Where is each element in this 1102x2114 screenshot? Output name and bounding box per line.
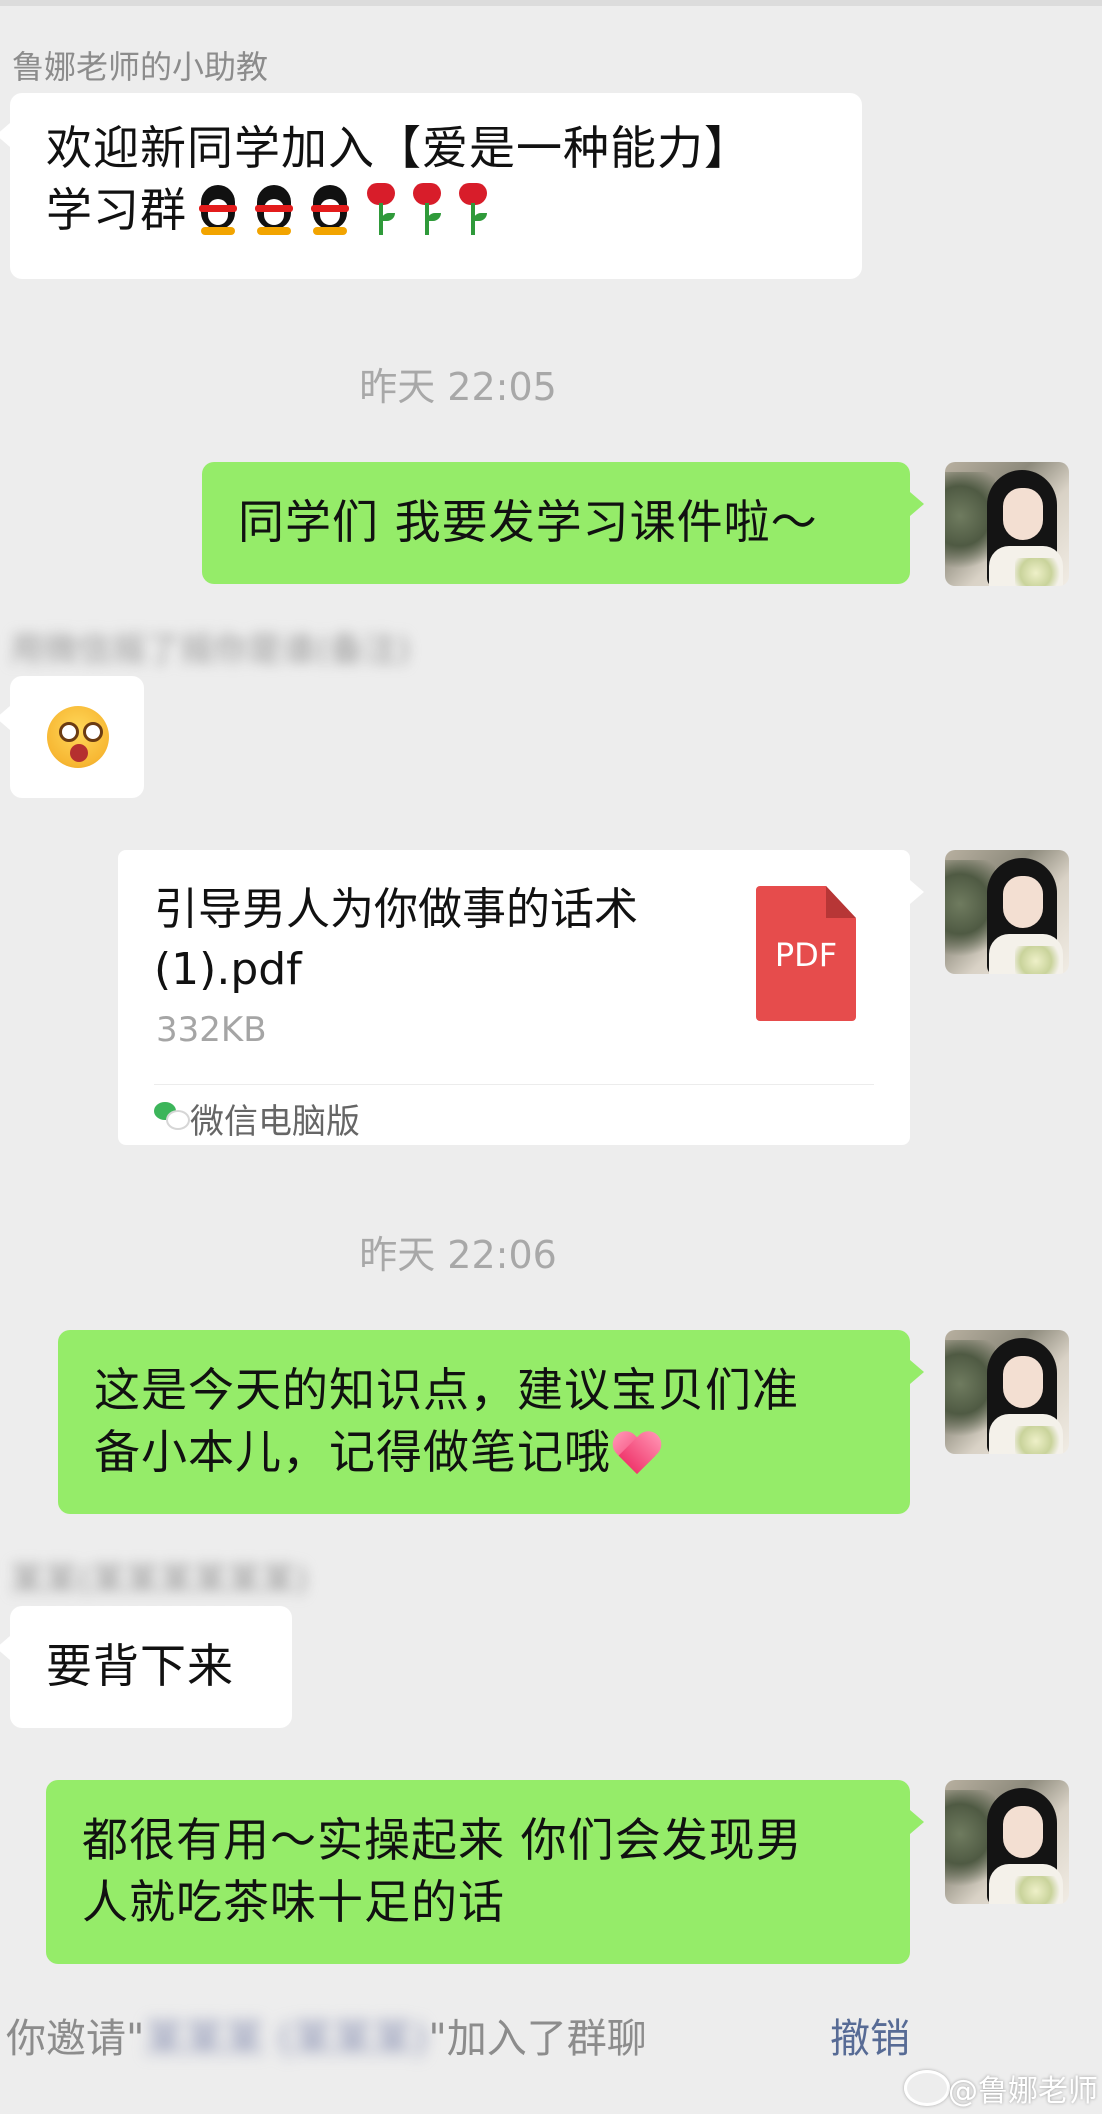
pink-heart-icon <box>611 1432 663 1480</box>
welcome-message-line2: 学习群 <box>46 183 187 237</box>
timestamp: 昨天 22:06 <box>359 1233 557 1277</box>
emoji-reply-bubble[interactable] <box>0 676 144 798</box>
file-size: 332KB <box>156 1010 267 1050</box>
pdf-icon-label: PDF <box>774 936 838 974</box>
weibo-icon <box>904 2070 950 2106</box>
rose-icon <box>407 183 447 237</box>
welcome-emoji-row <box>193 183 493 237</box>
knowledge-message-line1: 这是今天的知识点，建议宝贝们准 <box>94 1363 799 1417</box>
qq-penguin-icon <box>249 183 299 237</box>
watermark: @鲁娜老师 <box>948 2074 1098 2109</box>
sender-name: 鲁娜老师的小助教 <box>12 48 269 86</box>
user-avatar[interactable] <box>945 1780 1069 1904</box>
useful-message-bubble[interactable]: 都很有用～实操起来 你们会发现男 人就吃茶味十足的话 <box>46 1780 924 1964</box>
invite-suffix: "加入了群聊 <box>428 2016 647 2062</box>
user-avatar[interactable] <box>945 462 1069 586</box>
system-invite-notice: 你邀请"某某某 (某某某)"加入了群聊 <box>6 2006 647 2064</box>
knowledge-message-line2-row: 备小本儿，记得做笔记哦 <box>94 1421 874 1483</box>
file-card-divider <box>154 1084 874 1085</box>
file-name: 引导男人为你做事的话术 (1).pdf <box>154 884 638 995</box>
useful-message-line2: 人就吃茶味十足的话 <box>82 1875 505 1929</box>
rose-icon <box>361 183 401 237</box>
blurred-sender-name: 某某(某某某某某某) <box>10 1560 309 1600</box>
top-divider <box>0 0 1102 6</box>
recall-link[interactable]: 撤销 <box>830 2006 910 2064</box>
invite-blurred-name: 某某某 (某某某) <box>144 2016 429 2062</box>
welcome-message-bubble[interactable]: 欢迎新同学加入【爱是一种能力】 学习群 <box>0 93 862 279</box>
courseware-message-text: 同学们 我要发学习课件啦～ <box>238 495 818 549</box>
welcome-message-line1: 欢迎新同学加入【爱是一种能力】 <box>46 121 751 175</box>
courseware-message-bubble[interactable]: 同学们 我要发学习课件啦～ <box>202 462 924 584</box>
wechat-icon <box>154 1102 190 1130</box>
invite-prefix: 你邀请" <box>6 2016 145 2062</box>
welcome-message-line2-row: 学习群 <box>46 179 826 241</box>
knowledge-message-bubble[interactable]: 这是今天的知识点，建议宝贝们准 备小本儿，记得做笔记哦 <box>58 1330 924 1514</box>
timestamp: 昨天 22:05 <box>359 365 557 409</box>
user-avatar[interactable] <box>945 1330 1069 1454</box>
rose-icon <box>453 183 493 237</box>
user-avatar[interactable] <box>945 850 1069 974</box>
file-source: 微信电脑版 <box>190 1102 360 1142</box>
pdf-fold <box>826 886 856 918</box>
pdf-file-card[interactable]: 引导男人为你做事的话术 (1).pdf 332KB PDF 微信电脑版 <box>118 850 924 1145</box>
knowledge-message-line2: 备小本儿，记得做笔记哦 <box>94 1425 611 1479</box>
memorize-message-bubble[interactable]: 要背下来 <box>0 1606 292 1728</box>
blurred-sender-name: 用微信摇了摇你是谁(备注) <box>10 630 411 670</box>
memorize-message-text: 要背下来 <box>46 1639 234 1693</box>
qq-penguin-icon <box>305 183 355 237</box>
useful-message-line1: 都很有用～实操起来 你们会发现男 <box>82 1813 803 1867</box>
qq-penguin-icon <box>193 183 243 237</box>
star-struck-face-icon <box>47 706 109 768</box>
